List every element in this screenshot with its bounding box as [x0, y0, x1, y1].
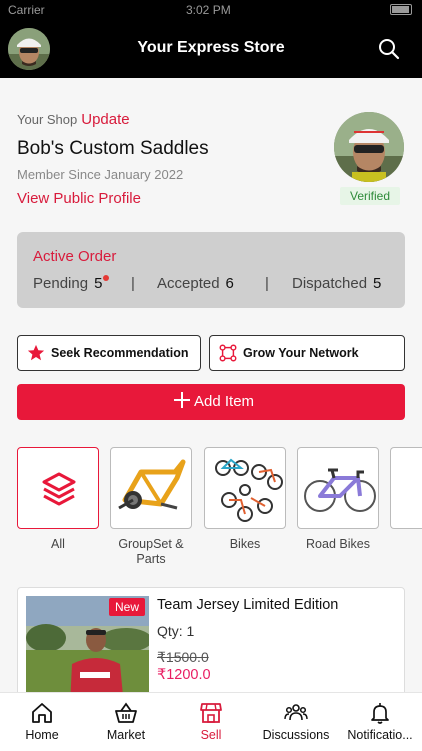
road-bike-image [304, 468, 376, 512]
store-icon [200, 703, 222, 723]
update-link[interactable]: Update [81, 111, 129, 128]
pending-label: Pending [33, 275, 89, 292]
star-icon [27, 344, 45, 361]
tab-sell[interactable]: Sell [168, 693, 254, 751]
product-quantity: Qty: 1 [157, 623, 195, 639]
app-header: Your Express Store [0, 20, 422, 78]
category-label: All [51, 537, 65, 551]
product-name: Team Jersey Limited Edition [157, 597, 339, 613]
category-bikes[interactable] [204, 447, 286, 529]
basket-icon [115, 702, 137, 723]
sale-price: ₹1200.0 [157, 667, 211, 683]
layers-icon [42, 472, 76, 506]
grow-network-label: Grow Your Network [243, 346, 359, 360]
tab-label: Notificatio... [347, 728, 413, 742]
plus-icon [174, 392, 190, 408]
verified-badge: Verified [340, 187, 400, 205]
category-road-bikes[interactable] [297, 447, 379, 529]
accepted-count: 6 [225, 275, 234, 292]
member-since: Member Since January 2022 [17, 167, 184, 182]
category-all[interactable] [17, 447, 99, 529]
category-label: GroupSet & Parts [118, 537, 184, 566]
tab-label: Sell [200, 728, 222, 742]
add-item-button[interactable]: Add Item [17, 384, 405, 420]
tab-notifications[interactable]: Notificatio... [338, 693, 422, 751]
tab-home[interactable]: Home [0, 693, 84, 751]
accepted-status[interactable]: Accepted 6 [157, 275, 234, 292]
product-card[interactable]: New Team Jersey Limited Edition Qty: 1 ₹… [17, 587, 405, 697]
category-groupset-parts[interactable] [110, 447, 192, 529]
people-icon [284, 704, 308, 721]
network-icon [219, 344, 237, 362]
profile-photo-cyclist [334, 112, 404, 182]
bottom-tab-bar: Home Market Sell Discussions Notificatio… [0, 692, 422, 750]
tab-market[interactable]: Market [84, 693, 168, 751]
seek-recommendation-label: Seek Recommendation [51, 346, 189, 360]
bell-icon [371, 703, 389, 724]
notification-dot [103, 275, 110, 281]
shop-name: Bob's Custom Saddles [17, 138, 209, 159]
status-bar: Carrier 3:02 PM [0, 0, 422, 20]
tab-label: Market [106, 728, 146, 742]
tab-discussions[interactable]: Discussions [254, 693, 338, 751]
category-label: Bikes [229, 537, 261, 551]
new-badge: New [109, 598, 145, 616]
dispatched-count: 5 [373, 275, 382, 292]
seek-recommendation-button[interactable]: Seek Recommendation [17, 335, 201, 371]
tab-label: Home [25, 728, 59, 742]
pending-count: 5 [94, 275, 103, 292]
bikes-collage-image [215, 458, 283, 522]
original-price: ₹1500.0 [157, 649, 209, 665]
battery-icon [390, 4, 412, 15]
view-public-profile-link[interactable]: View Public Profile [17, 190, 141, 207]
dispatched-label: Dispatched [292, 275, 368, 292]
shop-avatar [334, 112, 404, 182]
dispatched-status[interactable]: Dispatched 5 [292, 275, 381, 292]
category-partial[interactable] [390, 447, 422, 529]
add-item-label: Add Item [194, 393, 255, 410]
main-content: Your Shop Update Bob's Custom Saddles Mem… [0, 78, 422, 697]
grow-network-button[interactable]: Grow Your Network [209, 335, 405, 371]
clock: 3:02 PM [186, 3, 231, 17]
page-title: Your Express Store [137, 39, 285, 56]
active-order-title: Active Order [33, 248, 117, 265]
separator: | [131, 275, 135, 292]
category-label: Road Bikes [306, 537, 370, 551]
search-icon[interactable] [378, 38, 400, 60]
active-order-panel[interactable]: Active Order Pending 5 | Accepted 6 | Disp… [17, 232, 405, 308]
pending-status[interactable]: Pending 5 [33, 275, 110, 292]
shop-label-row: Your Shop Update [17, 111, 130, 128]
carrier-label: Carrier [8, 3, 45, 17]
shop-label: Your Shop [17, 112, 78, 127]
home-icon [32, 703, 52, 723]
separator: | [265, 275, 269, 292]
bike-frame-image [118, 459, 186, 510]
tab-label: Discussions [262, 728, 330, 742]
accepted-label: Accepted [157, 275, 220, 292]
